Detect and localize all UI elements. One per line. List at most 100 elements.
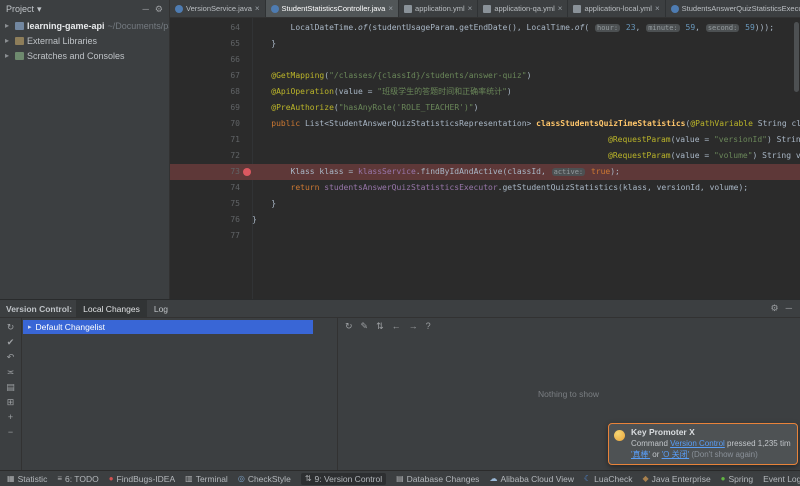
changelist-default[interactable]: ▸ Default Changelist <box>23 320 313 334</box>
project-tree-item[interactable]: ▸ Scratches and Consoles <box>0 48 169 63</box>
editor-tab[interactable]: VersionService.java × <box>170 0 266 17</box>
collapse-all-icon[interactable]: − <box>8 427 13 437</box>
line-number[interactable]: 64 <box>170 20 252 36</box>
statusbar-item[interactable]: ▦ Statistic <box>7 474 47 484</box>
project-panel-title[interactable]: Project <box>6 4 34 14</box>
line-number[interactable]: 74 <box>170 180 252 196</box>
line-number[interactable]: 68 <box>170 84 252 100</box>
dont-show-again-text: (Don't show again) <box>689 450 758 459</box>
version-control-title: Version Control: <box>6 303 73 314</box>
editor-tab[interactable]: StudentStatisticsController.java × <box>265 0 400 17</box>
project-tree-item[interactable]: ▸ learning-game-api ~/Documents/p3/learni… <box>0 18 169 33</box>
statusbar-item[interactable]: ≡ 6: TODO <box>57 474 98 484</box>
show-diff-icon[interactable]: ≍ <box>7 367 15 377</box>
statusbar-item[interactable]: ☁ Alibaba Cloud View <box>489 474 574 484</box>
chevron-down-icon[interactable]: ▾ <box>37 4 42 15</box>
notification-body: Command Version Control pressed 1,235 ti… <box>631 438 791 449</box>
spring-leaf-icon: ● <box>720 474 726 483</box>
line-number[interactable]: 77 <box>170 228 252 244</box>
code-text: } <box>252 215 257 224</box>
yaml-file-icon <box>573 4 582 13</box>
notification-key-promoter[interactable]: Key Promoter X Command Version Control p… <box>608 423 798 465</box>
line-number[interactable]: 75 <box>170 196 252 212</box>
statusbar-item[interactable]: ▥ Terminal <box>185 474 228 484</box>
line-number[interactable]: 72 <box>170 148 252 164</box>
line-number[interactable]: 67 <box>170 68 252 84</box>
praise-link[interactable]: '真棒' <box>631 450 650 459</box>
hide-panel-icon[interactable]: ─ <box>786 303 792 314</box>
todo-icon: ≡ <box>57 474 62 483</box>
commit-icon[interactable]: ✔ <box>7 337 15 347</box>
statusbar-item[interactable]: ● FindBugs-IDEA <box>109 474 175 484</box>
settings-icon[interactable]: ⚙ <box>155 4 163 15</box>
tab-close-icon[interactable]: × <box>255 4 260 13</box>
editor-tab[interactable]: StudentsAnswerQuizStatisticsExecutor.jav… <box>666 0 800 17</box>
tab-close-icon[interactable]: × <box>468 4 473 13</box>
tree-path: ~/Documents/p3/learning <box>107 20 169 31</box>
java-enterprise-icon: ◆ <box>642 474 649 483</box>
editor-scrollbar[interactable] <box>794 22 799 92</box>
tab-close-icon[interactable]: × <box>388 4 393 13</box>
line-number[interactable]: 70 <box>170 116 252 132</box>
vcs-tab[interactable]: Local Changes <box>76 300 147 317</box>
chevron-right-icon[interactable]: ▸ <box>5 21 12 30</box>
tab-close-icon[interactable]: × <box>655 4 660 13</box>
notification-text: pressed 1,235 time(s) <box>727 439 791 448</box>
editor-tab-bar: VersionService.java × StudentStatisticsCon… <box>170 0 800 18</box>
code-line: 68 @ApiOperation(value = "班级学生的答题时间和正确率统… <box>170 84 800 100</box>
line-number[interactable]: 66 <box>170 52 252 68</box>
statusbar-item[interactable]: ▤ Database Changes <box>396 474 479 484</box>
group-by-icon[interactable]: ⊞ <box>7 397 15 407</box>
breakpoint-icon[interactable] <box>243 168 251 176</box>
preview-diff-icon[interactable]: ▤ <box>6 382 15 392</box>
library-icon <box>15 36 24 45</box>
editor-tab[interactable]: application-qa.yml × <box>478 0 569 17</box>
line-number[interactable]: 71 <box>170 132 252 148</box>
yaml-file-icon <box>404 4 413 13</box>
notification-actions: '真棒' or 'O 关闭' (Don't show again) <box>631 449 791 460</box>
project-tree-item[interactable]: ▸ External Libraries <box>0 33 169 48</box>
code-line: 73 Klass klass = klassService.findByIdAn… <box>170 164 800 180</box>
line-number[interactable]: 69 <box>170 100 252 116</box>
java-file-icon <box>175 4 183 13</box>
expand-all-icon[interactable]: + <box>8 412 13 422</box>
code-line: 71 @RequestParam(value = "versionId") Str… <box>170 132 800 148</box>
code-line: 65 } <box>170 36 800 52</box>
code-text: @RequestParam(value = "versionId") Strin… <box>608 135 800 144</box>
code-text: } <box>252 39 277 48</box>
chevron-right-icon[interactable]: ▸ <box>5 51 12 60</box>
luacheck-moon-icon: ☾ <box>584 474 592 483</box>
line-number[interactable]: 76 <box>170 212 252 228</box>
notification-text: or <box>650 450 662 459</box>
tab-close-icon[interactable]: × <box>558 4 563 13</box>
version-control-tabs: Local Changes Log <box>76 300 175 317</box>
code-text: Klass klass = klassService.findByIdAndAc… <box>252 167 620 176</box>
line-number[interactable]: 65 <box>170 36 252 52</box>
version-control-link[interactable]: Version Control <box>670 439 725 448</box>
chevron-right-icon[interactable]: ▸ <box>28 323 32 331</box>
findbugs-bug-icon: ● <box>108 474 114 483</box>
status-bar-items: ▦ Statistic ≡ 6: TODO ● FindBugs-IDEA ▥ Termina… <box>7 472 753 485</box>
editor-tab[interactable]: application-local.yml × <box>568 0 666 17</box>
settings-icon[interactable]: ⚙ <box>771 303 779 314</box>
hide-panel-icon[interactable]: ─ <box>143 4 149 15</box>
code-line: 75 } <box>170 196 800 212</box>
vcs-tab[interactable]: Log <box>147 300 175 317</box>
code-text: @RequestParam(value = "volume") String v… <box>608 151 800 160</box>
statusbar-item[interactable]: ● Spring <box>721 474 753 484</box>
statusbar-item[interactable]: ◎ CheckStyle <box>238 474 291 484</box>
code-line: 72 @RequestParam(value = "volume") String… <box>170 148 800 164</box>
code-editor[interactable]: 64 LocalDateTime.of(studentUsageParam.ge… <box>170 18 800 299</box>
close-link[interactable]: 'O 关闭' <box>662 450 690 459</box>
editor-tab[interactable]: application.yml × <box>399 0 479 17</box>
code-line: 74 return studentsAnswerQuizStatisticsEx… <box>170 180 800 196</box>
statusbar-item[interactable]: ◆ Java Enterprise <box>642 474 710 484</box>
line-number[interactable]: 73 <box>170 164 252 180</box>
code-area[interactable]: 64 LocalDateTime.of(studentUsageParam.ge… <box>170 20 800 244</box>
statusbar-item[interactable]: ⇅ 9: Version Control <box>300 472 387 485</box>
chevron-right-icon[interactable]: ▸ <box>5 36 12 45</box>
refresh-icon[interactable]: ↻ <box>7 322 15 332</box>
event-log-button[interactable]: Event Log <box>763 474 800 484</box>
statusbar-item[interactable]: ☾ LuaCheck <box>584 474 632 484</box>
rollback-icon[interactable]: ↶ <box>7 352 15 362</box>
